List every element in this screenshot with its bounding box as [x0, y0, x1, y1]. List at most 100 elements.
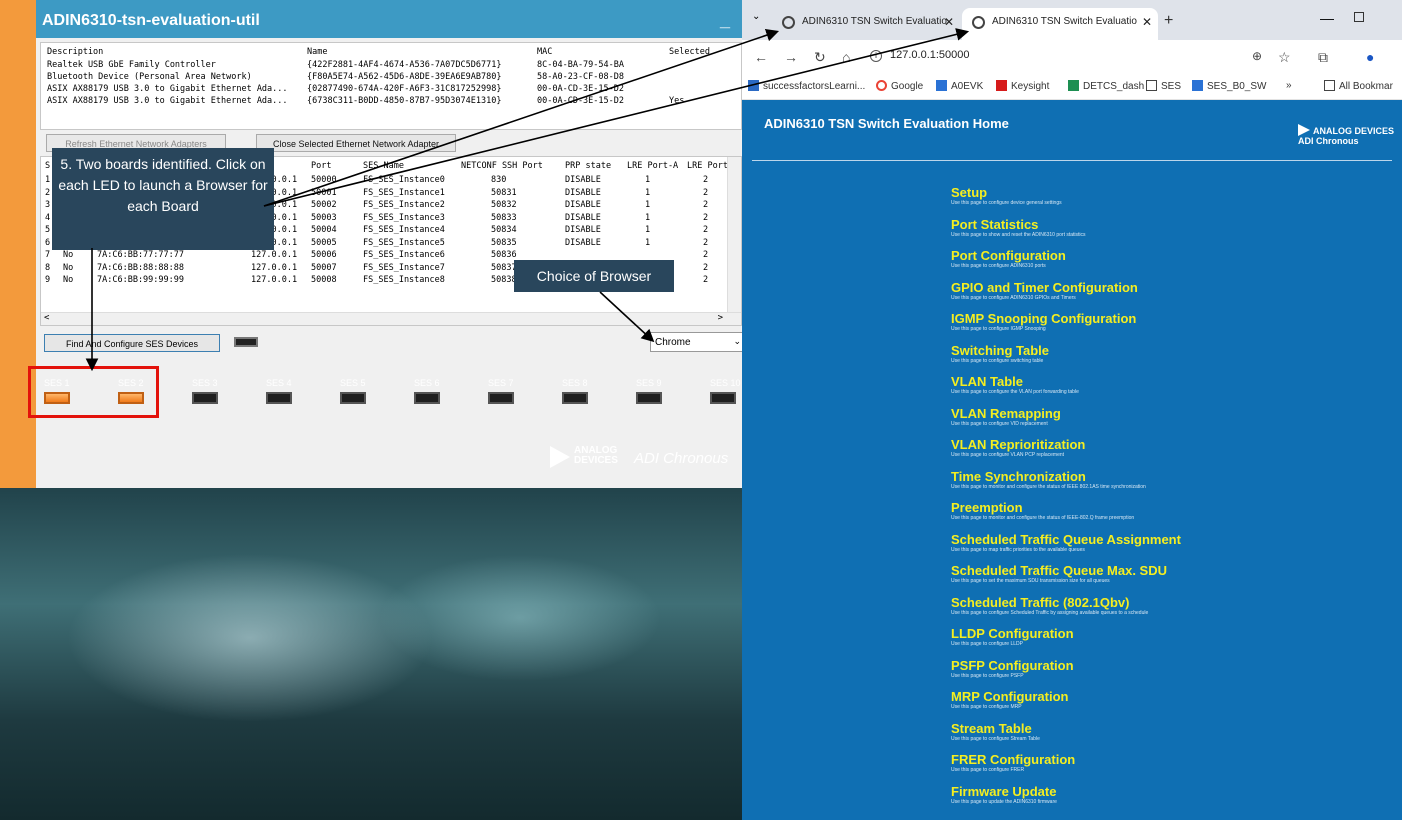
- bookmark-ses-b0[interactable]: SES_B0_SW: [1192, 80, 1266, 92]
- led-indicator[interactable]: [414, 392, 440, 404]
- extensions-icon[interactable]: ⧉: [1318, 49, 1328, 66]
- led-indicator[interactable]: [636, 392, 662, 404]
- table-cell: 2: [45, 187, 51, 198]
- led-indicator[interactable]: [710, 392, 736, 404]
- vertical-scrollbar[interactable]: [727, 157, 741, 313]
- bookmark-google[interactable]: Google: [876, 80, 923, 92]
- menu-item-link[interactable]: LLDP Configuration: [951, 627, 1391, 641]
- menu-item[interactable]: GPIO and Timer Configuration Use this pag…: [951, 280, 1391, 302]
- menu-item[interactable]: FRER Configuration Use this page to confi…: [951, 753, 1391, 774]
- led-indicator[interactable]: [266, 392, 292, 404]
- led-indicator[interactable]: [192, 392, 218, 404]
- menu-item[interactable]: Stream Table Use this page to configure S…: [951, 721, 1391, 743]
- info-icon[interactable]: i: [870, 50, 882, 62]
- menu-item[interactable]: PSFP Configuration Use this page to confi…: [951, 658, 1391, 680]
- table-row[interactable]: Realtek USB GbE Family Controller {422F28…: [41, 60, 741, 72]
- menu-item-link[interactable]: MRP Configuration: [951, 690, 1391, 704]
- bookmark-all[interactable]: All Bookmar: [1324, 80, 1393, 92]
- menu-item-link[interactable]: IGMP Snooping Configuration: [951, 312, 1391, 326]
- led-indicator[interactable]: [340, 392, 366, 404]
- menu-item-link[interactable]: Time Synchronization: [951, 469, 1391, 484]
- bookmark-successfactors[interactable]: successfactorsLearni...: [748, 80, 865, 92]
- menu-item[interactable]: VLAN Remapping Use this page to configure…: [951, 406, 1391, 428]
- profile-icon[interactable]: ●: [1366, 49, 1374, 65]
- table-cell: DISABLE: [565, 175, 601, 185]
- menu-item[interactable]: VLAN Reprioritization Use this page to co…: [951, 438, 1391, 459]
- menu-item-link[interactable]: Preemption: [951, 501, 1391, 515]
- menu-item-link[interactable]: Scheduled Traffic Queue Assignment: [951, 532, 1391, 547]
- menu-item-link[interactable]: Switching Table: [951, 343, 1391, 358]
- minimize-button[interactable]: _: [720, 10, 730, 31]
- led-indicator[interactable]: [562, 392, 588, 404]
- ses-led-8[interactable]: SES 8: [562, 378, 622, 418]
- ses-led-9[interactable]: SES 9: [636, 378, 696, 418]
- menu-item[interactable]: Scheduled Traffic Queue Assignment Use th…: [951, 532, 1391, 554]
- forward-icon[interactable]: →: [784, 49, 798, 65]
- menu-item[interactable]: Scheduled Traffic Queue Max. SDU Use this…: [951, 564, 1391, 585]
- browser-select[interactable]: Chrome ⌄: [650, 332, 742, 352]
- scroll-right-icon[interactable]: >: [718, 313, 723, 323]
- menu-item-link[interactable]: Firmware Update: [951, 784, 1391, 799]
- menu-item-link[interactable]: FRER Configuration: [951, 753, 1391, 767]
- menu-item-link[interactable]: PSFP Configuration: [951, 658, 1391, 673]
- menu-item[interactable]: IGMP Snooping Configuration Use this page…: [951, 312, 1391, 333]
- bookmark-a0evk[interactable]: A0EVK: [936, 80, 983, 92]
- menu-item[interactable]: Time Synchronization Use this page to mon…: [951, 469, 1391, 491]
- window-minimize-icon[interactable]: —: [1320, 10, 1334, 26]
- menu-item-link[interactable]: Scheduled Traffic Queue Max. SDU: [951, 564, 1391, 578]
- menu-item-link[interactable]: Setup: [951, 186, 1391, 200]
- menu-item[interactable]: VLAN Table Use this page to configure the…: [951, 375, 1391, 396]
- window-maximize-icon[interactable]: [1354, 12, 1364, 22]
- ses-led-7[interactable]: SES 7: [488, 378, 548, 418]
- home-icon[interactable]: ⌂: [842, 49, 850, 65]
- horizontal-scrollbar[interactable]: < >: [41, 312, 741, 325]
- menu-item-link[interactable]: Stream Table: [951, 721, 1391, 736]
- ses-led-4[interactable]: SES 4: [266, 378, 326, 418]
- bookmark-detcs[interactable]: DETCS_dash: [1068, 80, 1144, 92]
- menu-item[interactable]: Preemption Use this page to monitor and c…: [951, 501, 1391, 522]
- ses-led-6[interactable]: SES 6: [414, 378, 474, 418]
- menu-item[interactable]: Setup Use this page to configure device g…: [951, 186, 1391, 207]
- back-icon[interactable]: ←: [754, 49, 768, 65]
- close-icon[interactable]: ✕: [944, 15, 954, 29]
- table-row[interactable]: ASIX AX88179 USB 3.0 to Gigabit Ethernet…: [41, 96, 741, 108]
- bookmark-keysight[interactable]: Keysight: [996, 80, 1049, 92]
- menu-item-link[interactable]: VLAN Remapping: [951, 406, 1391, 421]
- scroll-left-icon[interactable]: <: [44, 313, 49, 323]
- url-field[interactable]: i 127.0.0.1:50000: [870, 49, 970, 62]
- menu-item[interactable]: Scheduled Traffic (802.1Qbv) Use this pag…: [951, 595, 1391, 617]
- menu-item-link[interactable]: VLAN Table: [951, 375, 1391, 389]
- menu-item[interactable]: LLDP Configuration Use this page to confi…: [951, 627, 1391, 648]
- ses-led-label: SES 10: [710, 378, 741, 388]
- ses-led-3[interactable]: SES 3: [192, 378, 252, 418]
- new-tab-icon[interactable]: +: [1164, 12, 1173, 30]
- menu-item[interactable]: Port Configuration Use this page to confi…: [951, 249, 1391, 270]
- menu-item[interactable]: MRP Configuration Use this page to config…: [951, 690, 1391, 711]
- tab-search-icon[interactable]: ⌄: [752, 11, 760, 22]
- table-cell: FS_SES_Instance3: [363, 212, 445, 223]
- table-row[interactable]: ASIX AX88179 USB 3.0 to Gigabit Ethernet…: [41, 84, 741, 96]
- menu-item-link[interactable]: VLAN Reprioritization: [951, 438, 1391, 452]
- menu-item[interactable]: Firmware Update Use this page to update t…: [951, 784, 1391, 806]
- tab-1[interactable]: ADIN6310 TSN Switch Evaluatio ✕: [772, 8, 960, 40]
- table-row[interactable]: Bluetooth Device (Personal Area Network)…: [41, 72, 741, 84]
- menu-item[interactable]: Port Statistics Use this page to show and…: [951, 217, 1391, 239]
- reload-icon[interactable]: ↻: [814, 49, 826, 66]
- led-indicator[interactable]: [488, 392, 514, 404]
- bookmark-overflow[interactable]: »: [1286, 80, 1292, 91]
- zoom-icon[interactable]: ⊕: [1252, 49, 1262, 63]
- star-icon[interactable]: ☆: [1278, 49, 1291, 66]
- network-adapter-table[interactable]: Description Name MAC Selected Realtek US…: [40, 42, 742, 130]
- close-icon[interactable]: ✕: [1142, 15, 1152, 29]
- bookmark-ses[interactable]: SES: [1146, 80, 1181, 92]
- menu-item-link[interactable]: Port Statistics: [951, 217, 1391, 232]
- ses-led-5[interactable]: SES 5: [340, 378, 400, 418]
- find-configure-button[interactable]: Find And Configure SES Devices: [44, 334, 220, 352]
- menu-item-link[interactable]: Port Configuration: [951, 249, 1391, 263]
- menu-item-link[interactable]: GPIO and Timer Configuration: [951, 280, 1391, 295]
- tab-2-active[interactable]: ADIN6310 TSN Switch Evaluatio ✕: [962, 8, 1158, 40]
- menu-item[interactable]: Switching Table Use this page to configur…: [951, 343, 1391, 365]
- menu-item-link[interactable]: Scheduled Traffic (802.1Qbv): [951, 595, 1391, 610]
- close-adapter-button[interactable]: Close Selected Ethernet Network Adapter: [256, 134, 456, 152]
- ses-led-10[interactable]: SES 10: [710, 378, 742, 418]
